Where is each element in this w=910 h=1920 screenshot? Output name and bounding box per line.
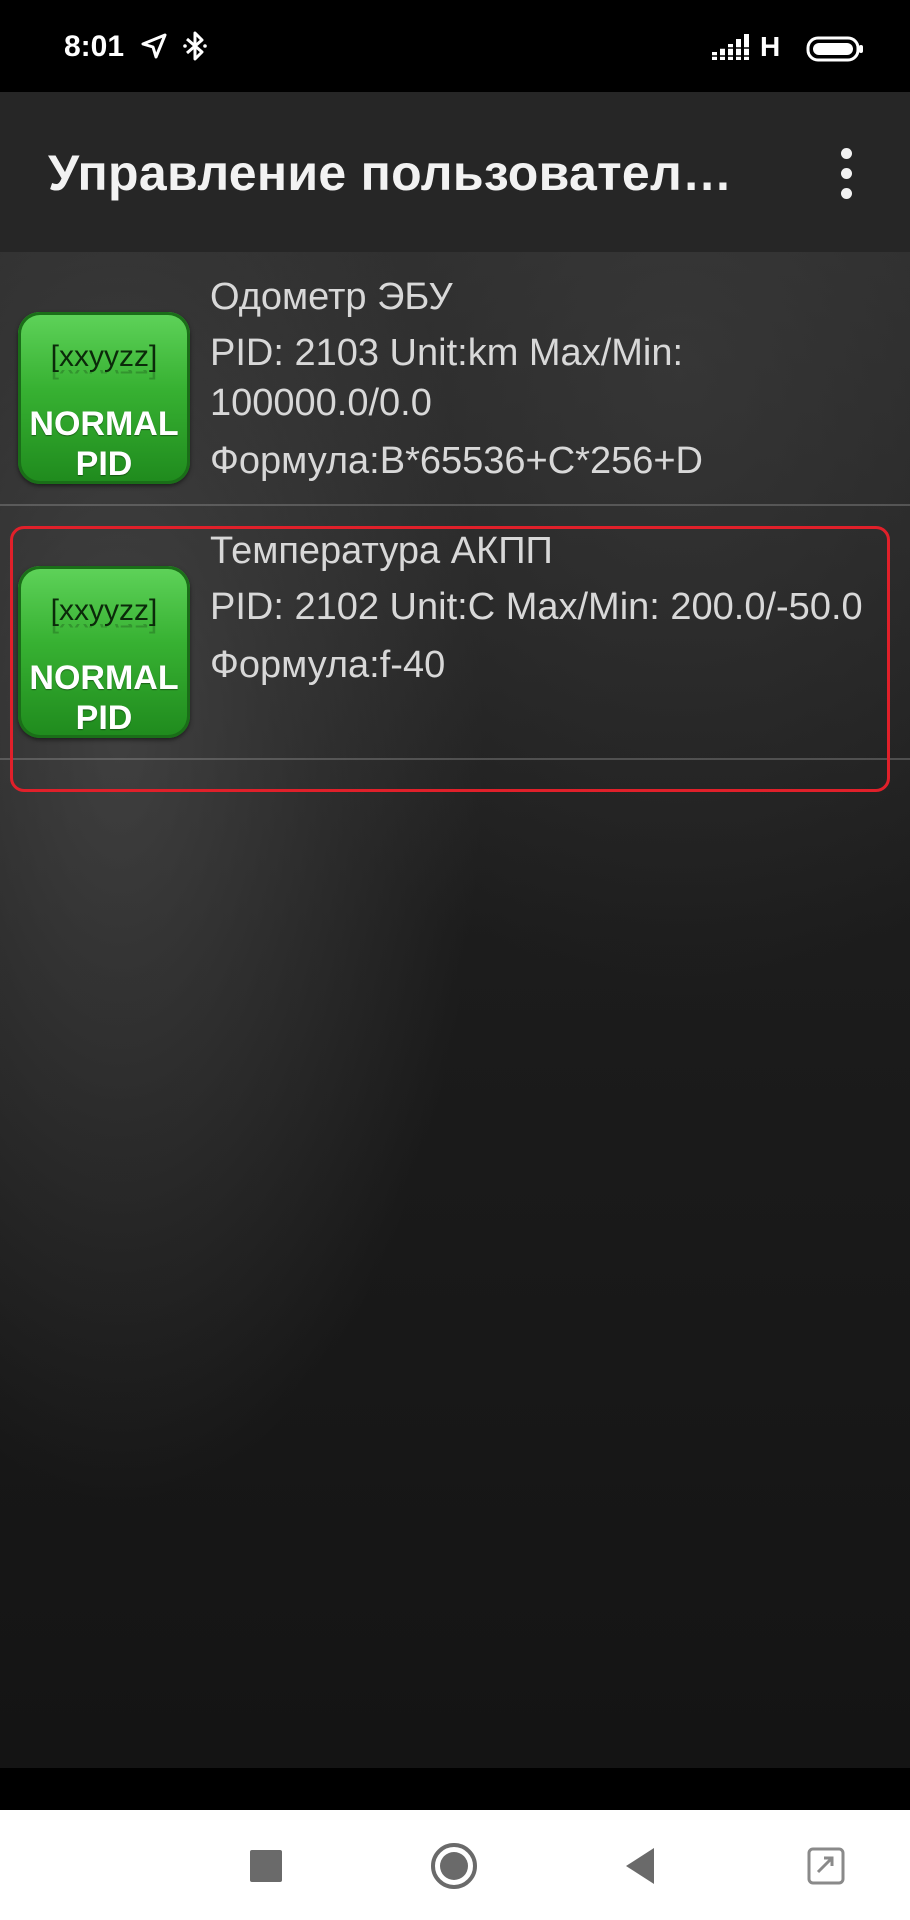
- normal-pid-badge-icon: [xxyyzz] [xxyyzz] NORMAL PID: [18, 566, 190, 738]
- pid-formula: Формула:B*65536+C*256+D: [210, 440, 703, 482]
- list-item[interactable]: [xxyyzz] [xxyyzz] NORMAL PID Температура…: [0, 506, 910, 760]
- pid-list: [xxyyzz] [xxyyzz] NORMAL PID Одометр ЭБУ…: [0, 252, 910, 760]
- pid-text: Одометр ЭБУ PID: 2103 Unit:km Max/Min: 1…: [210, 272, 890, 486]
- signal-icon: [712, 34, 752, 65]
- pid-name: Одометр ЭБУ: [210, 276, 453, 318]
- recent-apps-icon[interactable]: [236, 1838, 296, 1894]
- pid-formula: Формула:f-40: [210, 644, 446, 686]
- network-type-label: H: [760, 31, 781, 62]
- badge-type-line2: PID: [75, 699, 133, 737]
- navigation-arrow-icon: [140, 32, 168, 65]
- list-item[interactable]: [xxyyzz] [xxyyzz] NORMAL PID Одометр ЭБУ…: [0, 252, 910, 506]
- battery-icon: [806, 36, 864, 67]
- app-bar: Управление пользовател…: [0, 92, 910, 252]
- navigation-bar: [0, 1810, 910, 1920]
- pid-list-area[interactable]: [xxyyzz] [xxyyzz] NORMAL PID Одометр ЭБУ…: [0, 252, 910, 1768]
- pid-text: Температура АКПП PID: 2102 Unit:C Max/Mi…: [210, 526, 890, 690]
- home-icon[interactable]: [424, 1838, 484, 1894]
- normal-pid-badge-icon: [xxyyzz] [xxyyzz] NORMAL PID: [18, 312, 190, 484]
- badge-code-reflection: [xxyyzz]: [18, 370, 190, 384]
- pid-details: PID: 2103 Unit:km Max/Min: 100000.0/0.0: [210, 332, 684, 424]
- bluetooth-icon: [182, 30, 208, 67]
- more-vert-icon[interactable]: [820, 142, 874, 206]
- badge-code: [xxyyzz]: [50, 594, 158, 627]
- badge-type-line1: NORMAL: [29, 405, 179, 443]
- status-bar: 8:01 H: [0, 0, 910, 92]
- badge-code: [xxyyzz]: [50, 340, 158, 373]
- badge-code-reflection: [xxyyzz]: [18, 624, 190, 638]
- assistant-icon[interactable]: [796, 1838, 856, 1894]
- pid-name: Температура АКПП: [210, 530, 553, 572]
- pid-details: PID: 2102 Unit:C Max/Min: 200.0/-50.0: [210, 586, 863, 628]
- screen: 8:01 H Управление пользовател… [xxyyzz] …: [0, 0, 910, 1920]
- badge-type-line2: PID: [75, 445, 133, 483]
- badge-type: NORMAL PID: [18, 404, 190, 484]
- page-title: Управление пользовател…: [48, 145, 733, 201]
- back-icon[interactable]: [612, 1838, 672, 1894]
- status-time: 8:01: [64, 30, 125, 63]
- badge-type-line1: NORMAL: [29, 659, 179, 697]
- badge-type: NORMAL PID: [18, 658, 190, 738]
